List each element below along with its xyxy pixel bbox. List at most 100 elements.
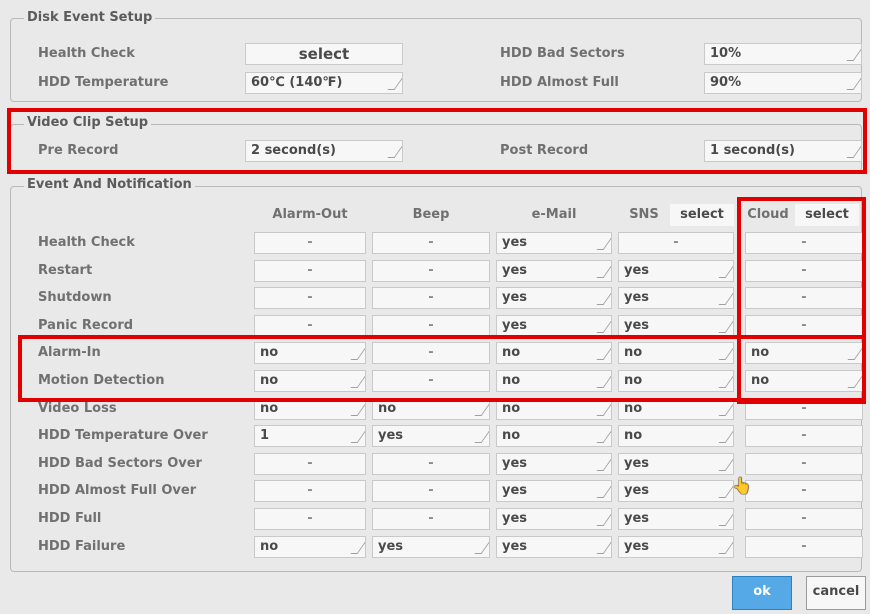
email-field[interactable]: no bbox=[496, 398, 612, 420]
beep-field[interactable]: yes bbox=[372, 536, 490, 558]
email-field[interactable]: yes bbox=[496, 260, 612, 282]
email-field[interactable]: yes bbox=[496, 315, 612, 337]
cloud-select-button[interactable]: select bbox=[795, 204, 859, 226]
beep-value: - bbox=[428, 263, 434, 278]
alarm-field[interactable]: - bbox=[254, 287, 366, 309]
cloud-value: - bbox=[801, 539, 807, 554]
dropdown-corner-icon bbox=[596, 513, 611, 526]
cloud-field[interactable]: - bbox=[745, 398, 863, 420]
email-field[interactable]: no bbox=[496, 342, 612, 364]
alarm-field[interactable]: - bbox=[254, 260, 366, 282]
row-label: Health Check bbox=[38, 235, 135, 250]
dropdown-corner-icon bbox=[718, 513, 733, 526]
cloud-value: - bbox=[801, 263, 807, 278]
sns-select-button[interactable]: select bbox=[670, 204, 734, 226]
alarm-field[interactable]: no bbox=[254, 370, 366, 392]
email-field[interactable]: yes bbox=[496, 453, 612, 475]
alarm-field[interactable]: no bbox=[254, 536, 366, 558]
sns-field[interactable]: yes bbox=[618, 260, 734, 282]
cancel-button[interactable]: cancel bbox=[806, 576, 866, 610]
hdd-temperature-dropdown[interactable]: 60℃ (140℉) bbox=[245, 72, 403, 94]
cloud-field[interactable]: - bbox=[745, 480, 863, 502]
alarm-field[interactable]: no bbox=[254, 398, 366, 420]
dropdown-corner-icon bbox=[718, 347, 733, 360]
alarm-field[interactable]: - bbox=[254, 232, 366, 254]
cloud-value: no bbox=[751, 345, 770, 360]
alarm-value: no bbox=[260, 373, 279, 388]
beep-field[interactable]: - bbox=[372, 260, 490, 282]
dropdown-corner-icon bbox=[596, 403, 611, 416]
dropdown-corner-icon bbox=[718, 375, 733, 388]
sns-field[interactable]: yes bbox=[618, 287, 734, 309]
post-record-dropdown[interactable]: 1 second(s) bbox=[704, 140, 862, 162]
sns-field[interactable]: yes bbox=[618, 508, 734, 530]
email-value: yes bbox=[502, 318, 528, 333]
beep-field[interactable]: - bbox=[372, 370, 490, 392]
hdd-temperature-label: HDD Temperature bbox=[38, 75, 169, 90]
sns-field[interactable]: no bbox=[618, 370, 734, 392]
email-value: no bbox=[502, 373, 521, 388]
row-label: Panic Record bbox=[38, 318, 134, 333]
alarm-field[interactable]: 1 bbox=[254, 425, 366, 447]
beep-value: - bbox=[428, 456, 434, 471]
cloud-field[interactable]: - bbox=[745, 287, 863, 309]
beep-field[interactable]: - bbox=[372, 453, 490, 475]
ok-button[interactable]: ok bbox=[732, 576, 792, 610]
sns-field[interactable]: yes bbox=[618, 315, 734, 337]
beep-field[interactable]: yes bbox=[372, 425, 490, 447]
sns-field[interactable]: yes bbox=[618, 536, 734, 558]
beep-field[interactable]: - bbox=[372, 232, 490, 254]
sns-field[interactable]: no bbox=[618, 425, 734, 447]
email-field[interactable]: yes bbox=[496, 508, 612, 530]
sns-field[interactable]: no bbox=[618, 398, 734, 420]
pre-record-dropdown[interactable]: 2 second(s) bbox=[245, 140, 403, 162]
email-value: yes bbox=[502, 511, 528, 526]
alarm-field[interactable]: - bbox=[254, 315, 366, 337]
alarm-field[interactable]: - bbox=[254, 480, 366, 502]
beep-field[interactable]: - bbox=[372, 508, 490, 530]
cloud-field[interactable]: - bbox=[745, 260, 863, 282]
cloud-field[interactable]: no bbox=[745, 370, 863, 392]
cloud-field[interactable]: - bbox=[745, 232, 863, 254]
beep-value: yes bbox=[378, 428, 404, 443]
sns-field[interactable]: - bbox=[618, 232, 734, 254]
email-field[interactable]: yes bbox=[496, 232, 612, 254]
alarm-value: no bbox=[260, 401, 279, 416]
hdd-almost-full-label: HDD Almost Full bbox=[500, 75, 619, 90]
email-field[interactable]: yes bbox=[496, 536, 612, 558]
hdd-bad-sectors-dropdown[interactable]: 10% bbox=[704, 43, 862, 65]
dropdown-corner-icon bbox=[846, 77, 861, 90]
alarm-value: - bbox=[307, 263, 313, 278]
alarm-value: - bbox=[307, 290, 313, 305]
beep-field[interactable]: - bbox=[372, 480, 490, 502]
hdd-bad-sectors-label: HDD Bad Sectors bbox=[500, 46, 625, 61]
alarm-field[interactable]: no bbox=[254, 342, 366, 364]
beep-field[interactable]: no bbox=[372, 398, 490, 420]
beep-field[interactable]: - bbox=[372, 287, 490, 309]
sns-value: - bbox=[673, 235, 679, 250]
post-record-value: 1 second(s) bbox=[710, 143, 795, 158]
dropdown-corner-icon bbox=[718, 403, 733, 416]
health-check-select-button[interactable]: select bbox=[245, 43, 403, 65]
email-field[interactable]: no bbox=[496, 370, 612, 392]
sns-field[interactable]: yes bbox=[618, 480, 734, 502]
column-email: e-Mail bbox=[531, 207, 577, 222]
hdd-almost-full-dropdown[interactable]: 90% bbox=[704, 72, 862, 94]
alarm-field[interactable]: - bbox=[254, 453, 366, 475]
cloud-field[interactable]: - bbox=[745, 453, 863, 475]
beep-field[interactable]: - bbox=[372, 315, 490, 337]
cloud-field[interactable]: - bbox=[745, 425, 863, 447]
cloud-field[interactable]: - bbox=[745, 536, 863, 558]
email-field[interactable]: no bbox=[496, 425, 612, 447]
email-field[interactable]: yes bbox=[496, 480, 612, 502]
cloud-field[interactable]: - bbox=[745, 315, 863, 337]
sns-field[interactable]: yes bbox=[618, 453, 734, 475]
cloud-field[interactable]: no bbox=[745, 342, 863, 364]
alarm-field[interactable]: - bbox=[254, 508, 366, 530]
cloud-field[interactable]: - bbox=[745, 508, 863, 530]
email-field[interactable]: yes bbox=[496, 287, 612, 309]
sns-field[interactable]: no bbox=[618, 342, 734, 364]
beep-field[interactable]: - bbox=[372, 342, 490, 364]
cloud-value: - bbox=[801, 290, 807, 305]
cloud-value: - bbox=[801, 235, 807, 250]
